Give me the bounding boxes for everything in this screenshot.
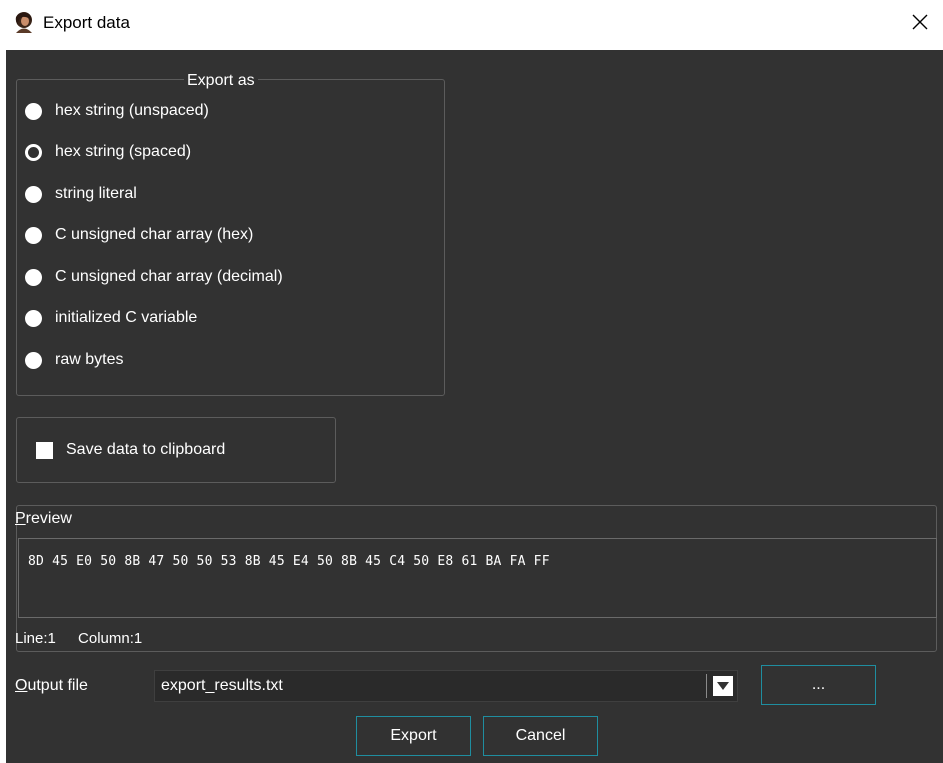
export-option-label: initialized C variable <box>55 309 198 326</box>
export-button[interactable]: Export <box>356 716 471 756</box>
radio-selected[interactable] <box>25 143 42 161</box>
export-option-label: string literal <box>55 185 137 202</box>
export-option-radio[interactable]: string literal <box>25 182 137 206</box>
export-label: Export <box>390 727 437 744</box>
export-option-label: hex string (unspaced) <box>55 102 209 119</box>
browse-label: ... <box>811 676 826 693</box>
radio-unselected[interactable] <box>25 226 42 244</box>
column-label: Column: <box>78 630 134 647</box>
combo-separator <box>706 674 707 698</box>
window-title: Export data <box>43 13 130 32</box>
export-option-radio[interactable]: C unsigned char array (decimal) <box>25 265 283 289</box>
line-label: Line: <box>15 630 48 647</box>
export-option-label: raw bytes <box>55 351 124 368</box>
cancel-label: Cancel <box>515 727 566 744</box>
title-bar: Export data <box>0 0 943 50</box>
line-value: 1 <box>47 630 56 647</box>
export-option-radio[interactable]: C unsigned char array (hex) <box>25 223 253 247</box>
cursor-status: Line:1 Column:1 <box>15 630 142 647</box>
cancel-button[interactable]: Cancel <box>483 716 598 756</box>
export-option-label: C unsigned char array (hex) <box>55 226 254 243</box>
close-icon <box>912 14 928 30</box>
export-as-title: Export as <box>184 72 258 90</box>
preview-textarea[interactable]: 8D 45 E0 50 8B 47 50 50 53 8B 45 E4 50 8… <box>18 538 937 618</box>
export-option-label: C unsigned char array (decimal) <box>55 268 283 285</box>
save-to-clipboard-label: Save data to clipboard <box>66 441 226 458</box>
preview-title: Preview <box>15 510 72 527</box>
checkbox-box[interactable] <box>36 441 53 459</box>
dialog-body: Export as hex string (unspaced) hex strin… <box>6 50 943 763</box>
close-button[interactable] <box>897 0 943 44</box>
preview-content: 8D 45 E0 50 8B 47 50 50 53 8B 45 E4 50 8… <box>28 554 550 569</box>
output-file-value: export_results.txt <box>161 677 283 694</box>
app-portrait-icon <box>13 11 35 33</box>
save-to-clipboard-checkbox[interactable]: Save data to clipboard <box>36 438 225 462</box>
radio-unselected[interactable] <box>25 351 42 369</box>
output-file-combo[interactable]: export_results.txt <box>154 670 738 702</box>
export-option-radio[interactable]: initialized C variable <box>25 306 197 330</box>
radio-unselected[interactable] <box>25 268 42 286</box>
export-option-radio[interactable]: hex string (unspaced) <box>25 99 209 123</box>
column-value: 1 <box>133 630 143 647</box>
radio-unselected[interactable] <box>25 185 42 203</box>
export-option-label: hex string (spaced) <box>55 143 192 160</box>
export-option-radio[interactable]: hex string (spaced) <box>25 140 191 164</box>
radio-unselected[interactable] <box>25 309 42 327</box>
output-file-label: Output file <box>15 677 88 694</box>
dropdown-arrow-icon[interactable] <box>713 676 733 696</box>
export-option-radio[interactable]: raw bytes <box>25 348 123 372</box>
radio-unselected[interactable] <box>25 102 42 120</box>
browse-button[interactable]: ... <box>761 665 876 705</box>
